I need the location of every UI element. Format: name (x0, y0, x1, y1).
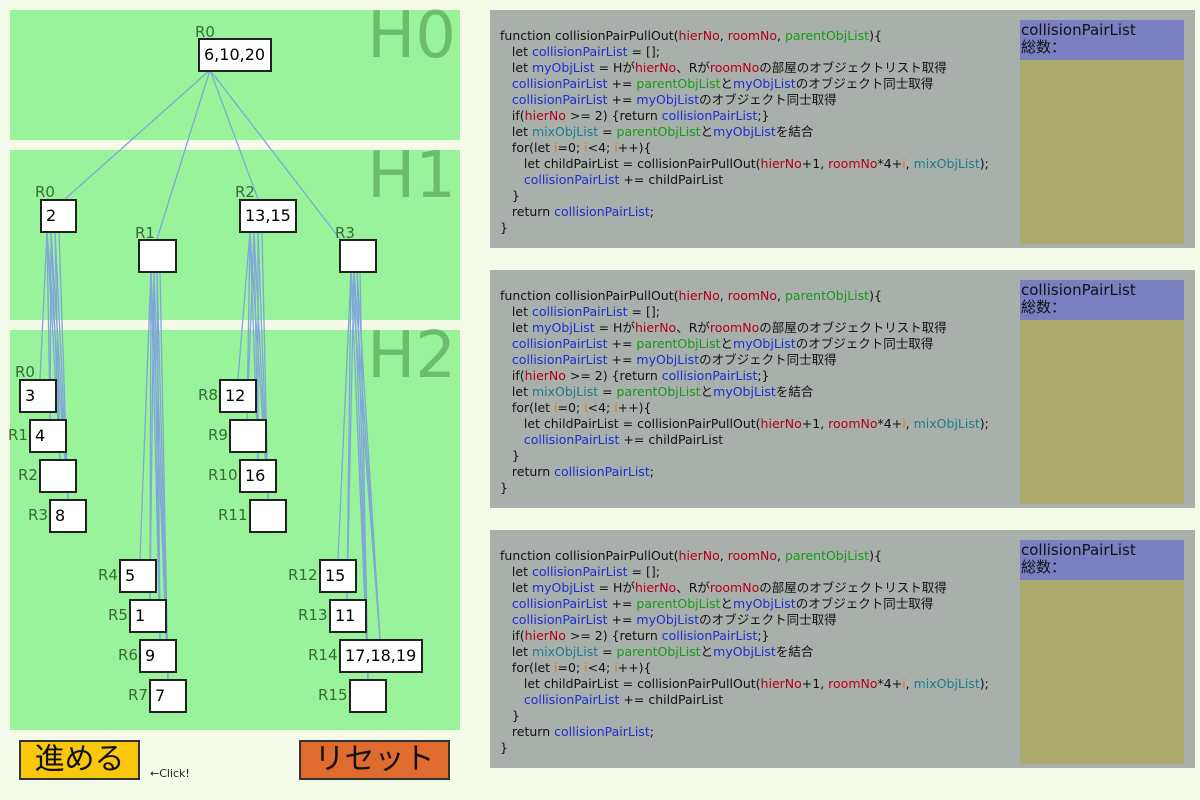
tree-connections (39, 69, 381, 680)
code-panel-1: function collisionPairPullOut(hierNo, ro… (490, 10, 1195, 248)
result-title: collisionPairList (1021, 281, 1136, 299)
tree-link (64, 69, 211, 200)
room-label: R2 (18, 466, 38, 484)
result-box: collisionPairList 総数： (1020, 20, 1184, 244)
code-panel-2: function collisionPairPullOut(hierNo, ro… (490, 270, 1195, 508)
object-cell: 1 (129, 599, 167, 633)
object-cell (229, 419, 267, 453)
object-cell: 15 (319, 559, 357, 593)
object-cell: 7 (149, 679, 187, 713)
room-label: R4 (98, 566, 118, 584)
object-cell (39, 459, 77, 493)
tree-link (209, 69, 259, 200)
room-label: R5 (108, 606, 128, 624)
room-label: R7 (128, 686, 148, 704)
room-label: R10 (208, 466, 238, 484)
room-label: R6 (118, 646, 138, 664)
result-header: collisionPairList 総数： (1020, 540, 1184, 580)
object-cell: 11 (329, 599, 367, 633)
room-label: R1 (8, 426, 28, 444)
result-title: collisionPairList (1021, 541, 1136, 559)
room-label: R13 (298, 606, 328, 624)
advance-button[interactable]: 進める (19, 740, 140, 780)
click-hint: ←Click! (150, 767, 190, 780)
result-header: collisionPairList 総数： (1020, 280, 1184, 320)
room-label: R15 (318, 686, 348, 704)
room-label: R3 (28, 506, 48, 524)
tree-link (139, 269, 152, 560)
result-box: collisionPairList 総数： (1020, 280, 1184, 504)
object-cell (339, 239, 377, 273)
object-cell: 9 (139, 639, 177, 673)
tree-link (156, 69, 211, 240)
code-panel-3: function collisionPairPullOut(hierNo, ro… (490, 530, 1195, 768)
result-count-label: 総数： (1021, 38, 1067, 56)
code-block: function collisionPairPullOut(hierNo, ro… (500, 28, 989, 235)
code-block: function collisionPairPullOut(hierNo, ro… (500, 288, 989, 495)
result-header: collisionPairList 総数： (1020, 20, 1184, 60)
room-label: R11 (218, 506, 248, 524)
reset-button[interactable]: リセット (299, 740, 450, 780)
room-label: R12 (288, 566, 318, 584)
object-cell: 12 (219, 379, 257, 413)
code-block: function collisionPairPullOut(hierNo, ro… (500, 548, 989, 755)
object-cell (349, 679, 387, 713)
object-cell (249, 499, 287, 533)
object-cell: 17,18,19 (339, 639, 423, 673)
room-label: R14 (308, 646, 338, 664)
object-cell: 5 (119, 559, 157, 593)
object-cell: 16 (239, 459, 277, 493)
object-cell (138, 239, 177, 273)
room-label: R8 (198, 386, 218, 404)
object-cell: 2 (40, 199, 77, 233)
object-cell: 8 (49, 499, 87, 533)
object-cell: 6,10,20 (198, 38, 272, 72)
tree-link (39, 231, 48, 380)
object-cell: 13,15 (239, 199, 297, 233)
result-count-label: 総数： (1021, 298, 1067, 316)
room-label: R9 (208, 426, 228, 444)
object-cell: 3 (19, 379, 57, 413)
object-cell: 4 (29, 419, 67, 453)
room-label: R0 (15, 363, 35, 381)
room-label: R0 (35, 183, 55, 201)
result-box: collisionPairList 総数： (1020, 540, 1184, 764)
result-title: collisionPairList (1021, 21, 1136, 39)
result-count-label: 総数： (1021, 558, 1067, 576)
room-label: R2 (235, 183, 255, 201)
